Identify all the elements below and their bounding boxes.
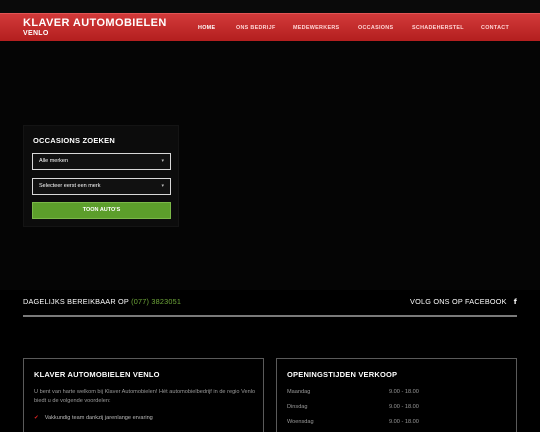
model-select-value: Selecteer eerst een merk (39, 183, 101, 189)
facebook-label: VOLG ONS OP FACEBOOK (410, 297, 507, 306)
about-title: KLAVER AUTOMOBIELEN VENLO (34, 370, 160, 379)
show-cars-button[interactable]: TOON AUTO'S (32, 202, 171, 219)
hours-day: Maandag (287, 389, 311, 395)
phone-info: DAGELIJKS BEREIKBAAR OP (077) 3823051 (23, 297, 181, 306)
facebook-icon: f (513, 298, 517, 306)
nav-contact[interactable]: CONTACT (481, 25, 509, 31)
phone-label: DAGELIJKS BEREIKBAAR OP (23, 297, 132, 306)
top-bar (0, 0, 540, 13)
check-icon: ✔ (34, 415, 39, 421)
hours-time: 9.00 - 18.00 (389, 389, 419, 395)
facebook-link[interactable]: VOLG ONS OP FACEBOOK f (410, 297, 517, 306)
chevron-down-icon: ▾ (161, 158, 164, 164)
hours-day: Dinsdag (287, 404, 308, 410)
nav-occasions[interactable]: OCCASIONS (358, 25, 393, 31)
occasion-search-box: OCCASIONS ZOEKEN Alle merken ▾ Selecteer… (23, 125, 179, 227)
hours-time: 9.00 - 18.00 (389, 419, 419, 425)
search-title: OCCASIONS ZOEKEN (33, 136, 115, 145)
about-intro: U bent van harte welkom bij Klaver Autom… (34, 389, 256, 404)
main-nav: HOME ONS BEDRIJF MEDEWERKERS OCCASIONS S… (0, 25, 540, 35)
contact-row: DAGELIJKS BEREIKBAAR OP (077) 3823051 VO… (23, 296, 517, 308)
about-panel: KLAVER AUTOMOBIELEN VENLO U bent van har… (23, 358, 264, 432)
hours-title: OPENINGSTIJDEN VERKOOP (287, 370, 398, 379)
site-header: KLAVER AUTOMOBIELEN VENLO HOME ONS BEDRI… (0, 13, 540, 41)
model-select[interactable]: Selecteer eerst een merk ▾ (32, 178, 171, 195)
chevron-down-icon: ▾ (161, 183, 164, 189)
divider (23, 315, 517, 317)
phone-number[interactable]: (077) 3823051 (131, 297, 181, 306)
opening-hours-panel: OPENINGSTIJDEN VERKOOP Maandag 9.00 - 18… (276, 358, 517, 432)
nav-medewerkers[interactable]: MEDEWERKERS (293, 25, 339, 31)
brand-select-value: Alle merken (39, 158, 69, 164)
list-item: ✔ Vakkundig team dankzij jarenlange ervar… (34, 415, 153, 421)
hours-time: 9.00 - 18.00 (389, 404, 419, 410)
brand-select[interactable]: Alle merken ▾ (32, 153, 171, 170)
show-cars-button-label: TOON AUTO'S (82, 207, 121, 213)
nav-home[interactable]: HOME (198, 25, 215, 31)
nav-ons-bedrijf[interactable]: ONS BEDRIJF (236, 25, 276, 31)
hours-day: Woensdag (287, 419, 314, 425)
list-item-label: Vakkundig team dankzij jarenlange ervari… (44, 415, 153, 421)
nav-schadeherstel[interactable]: SCHADEHERSTEL (412, 25, 464, 31)
